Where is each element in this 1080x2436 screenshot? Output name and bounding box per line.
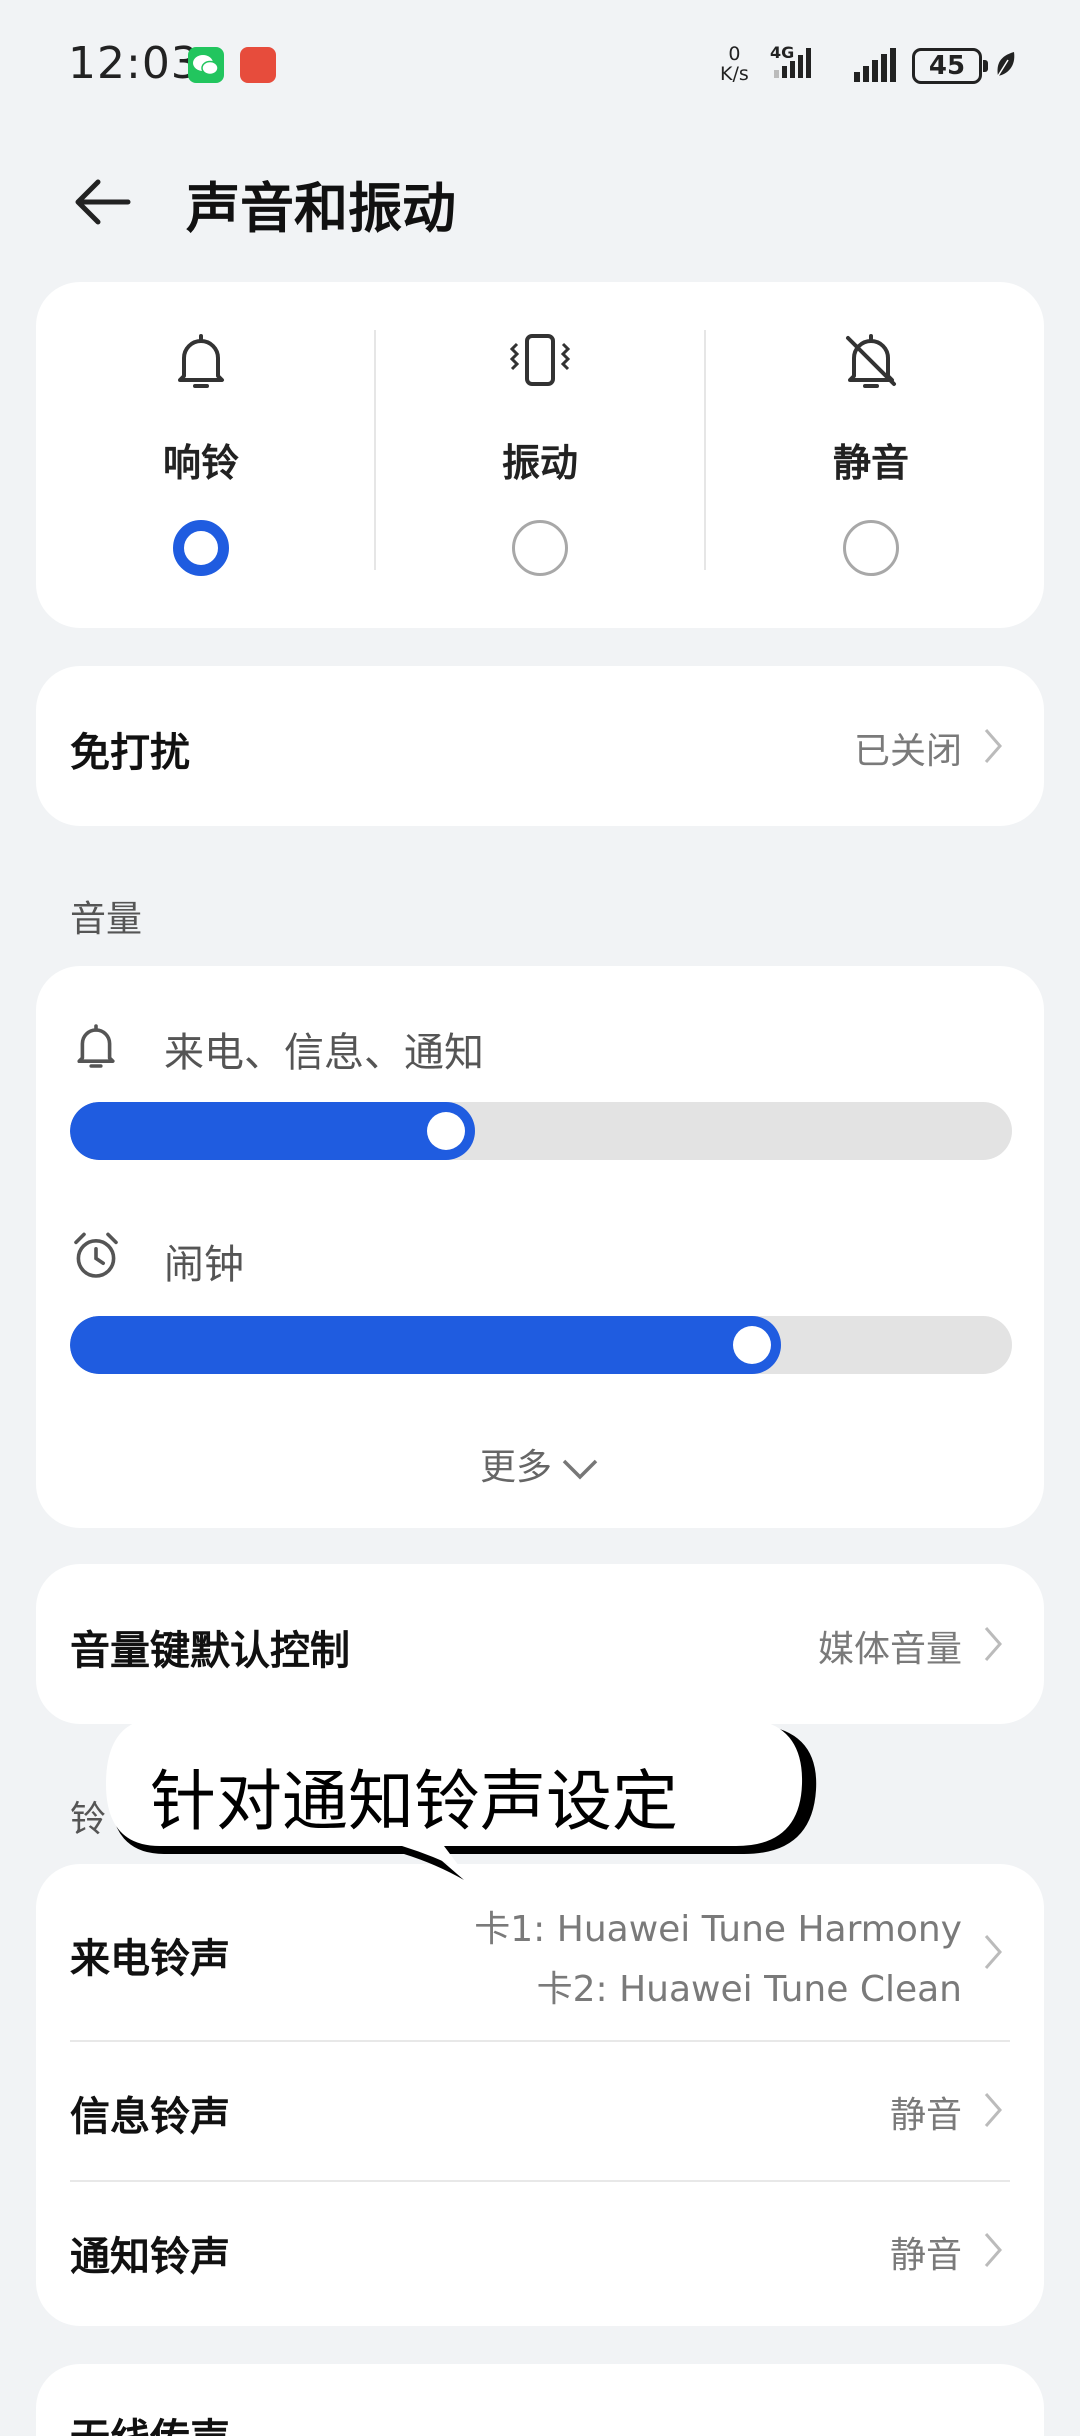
mode-silent-label: 静音: [832, 441, 909, 485]
ring-volume-knob[interactable]: [427, 1112, 465, 1150]
more-label: 更多: [479, 1447, 552, 1488]
volume-section-title: 音量: [70, 899, 143, 940]
caption-text: 针对通知铃声设定: [150, 1763, 678, 1840]
leaf-icon: [994, 50, 1018, 84]
chevron-down-icon: [562, 1459, 598, 1480]
page-title: 声音和振动: [186, 177, 456, 240]
dnd-row[interactable]: 免打扰 已关闭: [36, 666, 1044, 826]
dnd-value: 已关闭: [853, 731, 962, 772]
ring-volume-fill: [70, 1102, 475, 1160]
alarm-volume-fill: [70, 1316, 781, 1374]
dnd-label: 免打扰: [70, 730, 190, 776]
svg-text:4G: 4G: [770, 44, 794, 62]
alarm-clock-icon: [68, 1228, 124, 1288]
mode-vibrate[interactable]: 振动: [375, 282, 705, 628]
ring-volume-slider[interactable]: [70, 1102, 1012, 1160]
chevron-right-icon: [984, 1935, 1002, 1969]
wireless-audio-row[interactable]: 无线传声: [36, 2364, 1044, 2436]
status-time: 12:03: [68, 38, 200, 89]
status-bar: 12:03 0 K/s 4G 45: [0, 0, 1080, 130]
more-button[interactable]: 更多: [36, 1438, 1044, 1490]
volume-key-label: 音量键默认控制: [70, 1628, 350, 1674]
sound-mode-card: 响铃 振动 静音: [36, 282, 1044, 628]
message-ringtone-row[interactable]: 信息铃声 静音: [36, 2042, 1044, 2180]
net-speed-value: 0: [728, 43, 741, 65]
notification-ringtone-label: 通知铃声: [70, 2234, 230, 2280]
message-ringtone-label: 信息铃声: [70, 2094, 230, 2140]
notification-ringtone-row[interactable]: 通知铃声 静音: [36, 2182, 1044, 2326]
signal-4g-icon: 4G: [770, 43, 834, 88]
call-ringtone-sim1: 卡1: Huawei Tune Harmony: [474, 1909, 962, 1950]
chevron-right-icon: [984, 2093, 1002, 2127]
call-ringtone-label: 来电铃声: [70, 1936, 230, 1982]
volume-card: 来电、信息、通知 闹钟 更多: [36, 966, 1044, 1528]
mode-vibrate-radio[interactable]: [512, 520, 568, 576]
wechat-notification-icon: [188, 47, 224, 83]
message-ringtone-value: 静音: [889, 2095, 962, 2136]
caption-bubble: 针对通知铃声设定: [104, 1714, 820, 1880]
alarm-volume-slider[interactable]: [70, 1316, 1012, 1374]
bell-icon: [68, 1018, 124, 1078]
call-ringtone-sim2: 卡2: Huawei Tune Clean: [536, 1969, 962, 2010]
mode-silent-radio[interactable]: [843, 520, 899, 576]
wireless-audio-label: 无线传声: [70, 2406, 230, 2436]
mode-ring-label: 响铃: [162, 441, 239, 485]
mode-ring[interactable]: 响铃: [36, 282, 366, 628]
mode-silent[interactable]: 静音: [706, 282, 1036, 628]
vibrate-icon: [500, 326, 580, 400]
volume-key-row[interactable]: 音量键默认控制 媒体音量: [36, 1564, 1044, 1724]
ring-volume-label: 来电、信息、通知: [164, 1030, 484, 1076]
notification-ringtone-value: 静音: [889, 2235, 962, 2276]
call-ringtone-row[interactable]: 来电铃声 卡1: Huawei Tune Harmony 卡2: Huawei …: [36, 1864, 1044, 2040]
app-notification-icon: [240, 47, 276, 83]
bell-icon: [166, 326, 236, 400]
net-speed-unit: K/s: [720, 63, 749, 85]
back-arrow-icon[interactable]: [70, 170, 134, 234]
mode-vibrate-label: 振动: [501, 441, 578, 485]
chevron-right-icon: [984, 1627, 1002, 1661]
signal-strength-icon: [852, 48, 900, 88]
volume-key-value: 媒体音量: [817, 1629, 962, 1670]
mode-ring-radio[interactable]: [173, 520, 229, 576]
chevron-right-icon: [984, 729, 1002, 763]
ringtone-section-title: 铃: [70, 1799, 107, 1840]
net-speed-indicator: 0 K/s: [720, 44, 749, 84]
chevron-right-icon: [984, 2233, 1002, 2267]
ringtones-card: 来电铃声 卡1: Huawei Tune Harmony 卡2: Huawei …: [36, 1864, 1044, 2326]
alarm-volume-label: 闹钟: [164, 1242, 244, 1288]
alarm-volume-knob[interactable]: [733, 1326, 771, 1364]
battery-icon: 45: [912, 48, 988, 84]
bell-off-icon: [836, 326, 906, 400]
